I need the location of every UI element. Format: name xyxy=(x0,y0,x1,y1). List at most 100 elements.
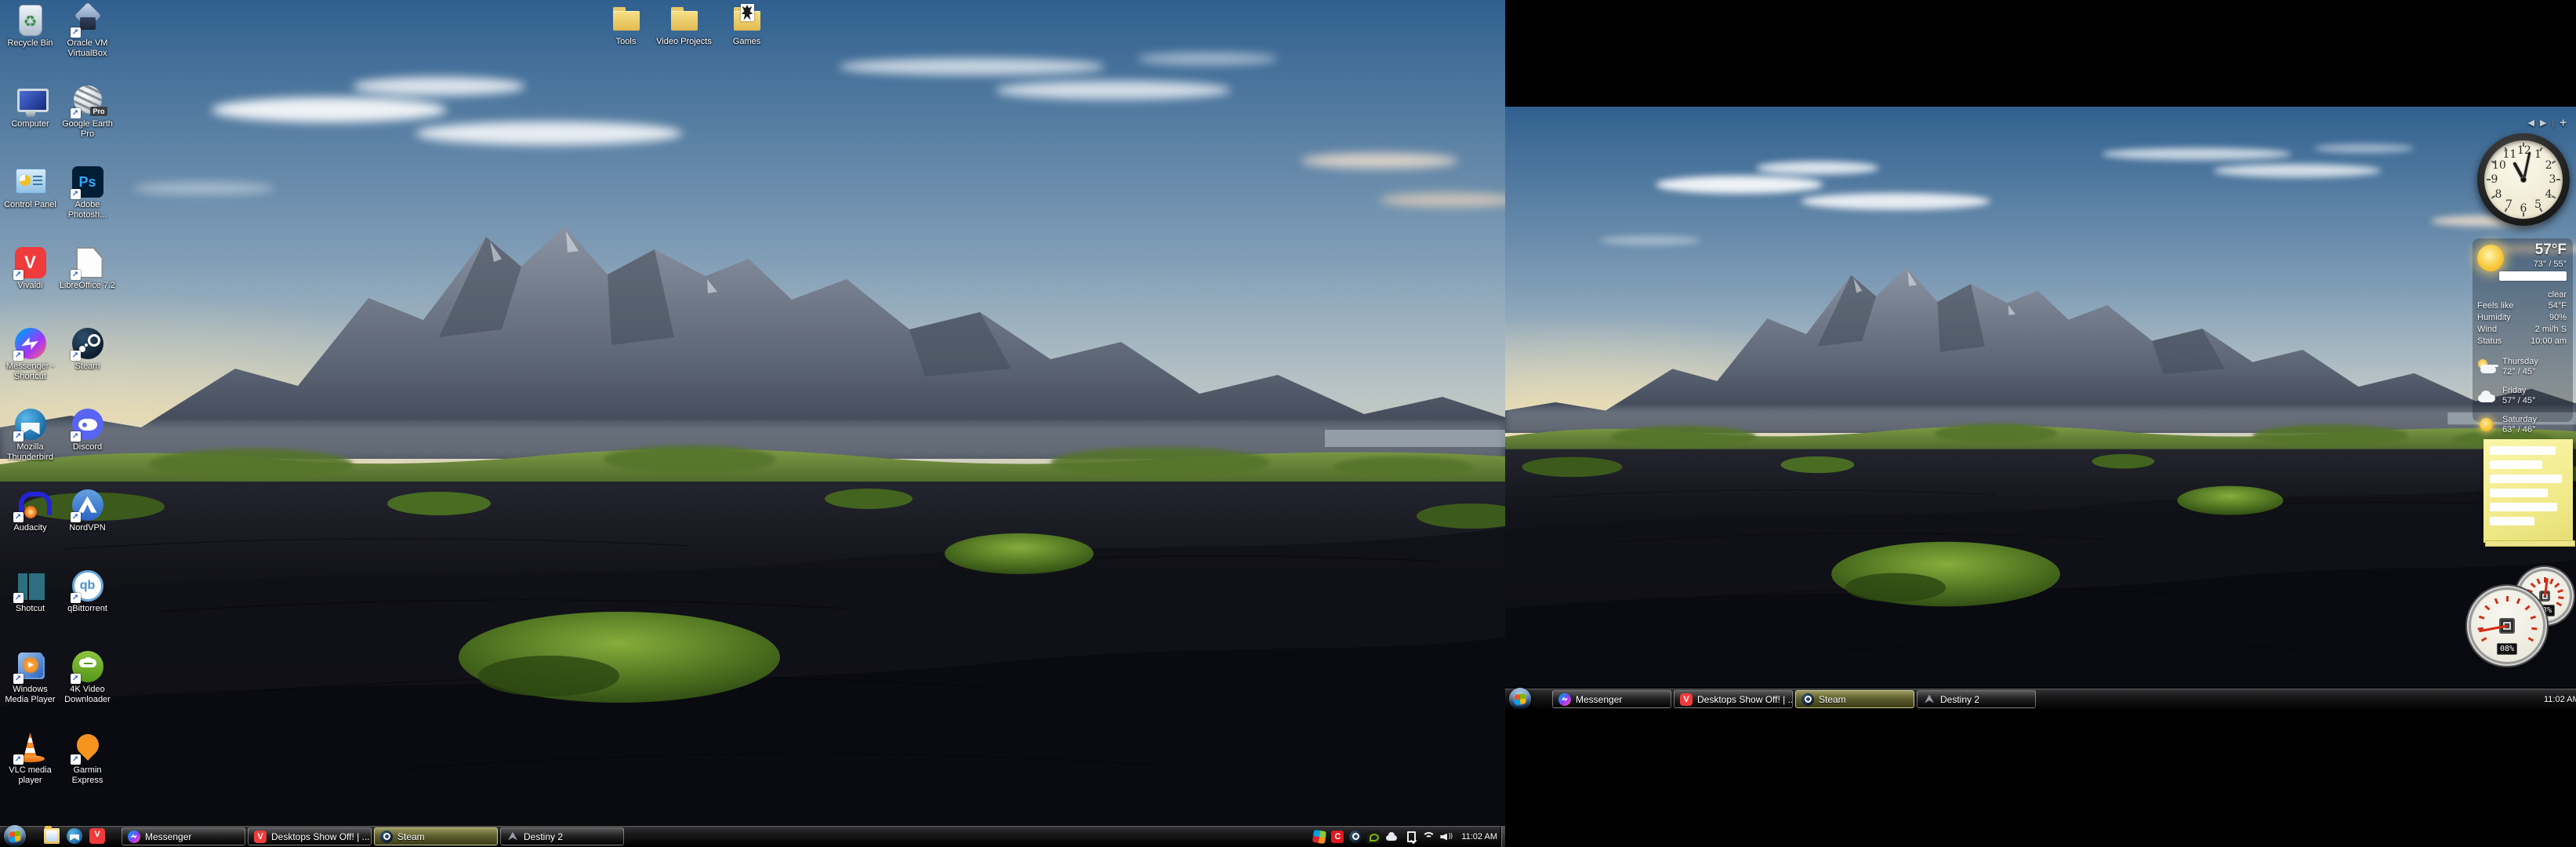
taskbar-button-steam[interactable]: Steam xyxy=(374,827,498,845)
steam-icon xyxy=(72,328,103,359)
taskbar-clock[interactable]: 11:02 AM xyxy=(1461,832,1497,842)
gauge-tick xyxy=(2554,583,2560,588)
onedrive-tray-icon[interactable] xyxy=(1385,831,1398,843)
clock-center-cap xyxy=(2520,176,2527,183)
folder-label: Tools xyxy=(597,37,655,47)
forecast-row-saturday: Saturday63° / 46° xyxy=(2477,410,2567,439)
desktop-icon-vlc-media-player[interactable]: VLC media player xyxy=(2,732,59,786)
note-redaction-bar xyxy=(2490,460,2542,469)
forecast-hi-lo: 72° / 45° xyxy=(2502,367,2538,377)
taskbar-button-steam[interactable]: Steam xyxy=(1795,690,1914,708)
desktop-icon-nordvpn[interactable]: NordVPN xyxy=(59,489,116,533)
weather-gadget[interactable]: 57°F 73° / 55° clear Feels like54°FHumid… xyxy=(2473,238,2573,422)
desktop-icon-label: NordVPN xyxy=(59,523,116,533)
taskbar-button-destiny-2[interactable]: Destiny 2 xyxy=(1917,690,2036,708)
gauge-tick xyxy=(2506,596,2509,602)
desktop-folder-tools[interactable]: Tools xyxy=(597,3,655,47)
desktop-icon-vivaldi[interactable]: Vivaldi xyxy=(2,247,59,291)
desktop-icon-audacity[interactable]: Audacity xyxy=(2,489,59,533)
forecast-text: Thursday72° / 45° xyxy=(2502,357,2538,377)
taskbar-button-destiny-2[interactable]: Destiny 2 xyxy=(500,827,624,845)
desktop-icon-oracle-vm-virtualbox[interactable]: Oracle VM VirtualBox xyxy=(59,5,116,59)
desktop-icon-mozilla-thunderbird[interactable]: Mozilla Thunderbird xyxy=(2,409,59,463)
gadget-prev-button[interactable]: ◀ xyxy=(2527,118,2534,128)
desktop-icon-messenger-shortcut[interactable]: Messenger - Shortcut xyxy=(2,328,59,382)
gauge-tick xyxy=(2478,616,2484,620)
wifi-tray-icon[interactable] xyxy=(1421,831,1434,843)
desktop-icon-label: Messenger - Shortcut xyxy=(2,362,59,382)
desktop-icon-shotcut[interactable]: Shotcut xyxy=(2,570,59,614)
desktop-icon-steam[interactable]: Steam xyxy=(59,328,116,372)
wallpaper-image xyxy=(1505,107,2576,709)
gauge-tick xyxy=(2536,578,2541,584)
messenger-icon xyxy=(128,831,140,843)
taskbar-clock[interactable]: 11:02 AM xyxy=(2544,695,2576,704)
desktop-icon-4k-video-downloader[interactable]: 4K Video Downloader xyxy=(59,651,116,705)
taskbar-button-label: Destiny 2 xyxy=(524,831,563,842)
taskbar-buttons: Messenger Desktops Show Off! | ... Steam De… xyxy=(122,827,624,845)
taskbar-button-label: Desktops Show Off! | ... xyxy=(1697,694,1793,705)
vivaldi-quicklaunch-icon[interactable] xyxy=(89,828,105,844)
system-tray: 11:02 AM xyxy=(1313,826,1497,847)
avg-tray-icon[interactable] xyxy=(1312,829,1326,843)
left-monitor: Recycle BinOracle VM VirtualBoxComputerP… xyxy=(0,0,1505,847)
taskbar-button-label: Messenger xyxy=(1576,694,1622,705)
taskbar-button-messenger[interactable]: Messenger xyxy=(1552,690,1671,708)
desktop-icon-label: Adobe Photosh... xyxy=(59,200,116,220)
gadget-next-button[interactable]: ▶ xyxy=(2540,118,2546,128)
gauge-tick xyxy=(2527,589,2533,593)
desktop-icon-garmin-express[interactable]: Garmin Express xyxy=(59,732,116,786)
desktop-icon-control-panel[interactable]: Control Panel xyxy=(2,166,59,210)
desktop-icon-recycle-bin[interactable]: Recycle Bin xyxy=(2,5,59,49)
cloudy-icon xyxy=(2477,387,2498,405)
sticky-note-gadget[interactable] xyxy=(2483,439,2573,543)
shortcut-arrow-icon xyxy=(13,431,24,442)
google-earth-icon: Pro xyxy=(72,85,103,117)
desktop-icon-adobe-photosh[interactable]: Adobe Photosh... xyxy=(59,166,116,220)
weather-condition: clear xyxy=(2477,290,2567,300)
taskbar-button-label: Desktops Show Off! | ... xyxy=(271,831,370,842)
desktop-folder-games[interactable]: Games xyxy=(718,3,775,47)
comodo-tray-icon[interactable] xyxy=(1331,831,1344,843)
start-button[interactable] xyxy=(4,825,26,847)
weather-detail-row: Wind2 mi/h S xyxy=(2477,324,2567,336)
gauge-tick xyxy=(2484,605,2490,610)
desktop-icon-label: Vivaldi xyxy=(2,281,59,291)
desktop-icon-qbittorrent[interactable]: qBittorrent xyxy=(59,570,116,614)
location-redaction-bar xyxy=(2499,271,2567,281)
taskbar-button-label: Destiny 2 xyxy=(1940,694,1979,705)
wallpaper-image xyxy=(0,0,1505,847)
gauge-tick xyxy=(2516,598,2520,605)
steam-tray-icon[interactable] xyxy=(1349,831,1362,843)
desktop-icon-google-earth-pro[interactable]: ProGoogle Earth Pro xyxy=(59,85,116,140)
weather-detail-value: 54°F xyxy=(2549,300,2567,312)
desktop-folder-video-projects[interactable]: Video Projects xyxy=(655,3,713,47)
desktop-icon-discord[interactable]: Discord xyxy=(59,409,116,453)
taskbar-button-desktops-show-off[interactable]: Desktops Show Off! | ... xyxy=(1674,690,1793,708)
show-desktop-button[interactable] xyxy=(1500,826,1505,847)
start-button[interactable] xyxy=(1509,688,1531,709)
computer-art xyxy=(15,85,46,117)
desktop-icon-windows-media-player[interactable]: Windows Media Player xyxy=(2,651,59,705)
folder-art xyxy=(669,3,700,35)
weather-detail-row: Status10:00 am xyxy=(2477,336,2567,347)
cpu-meter-gadget[interactable]: 53%08% xyxy=(2465,568,2574,665)
thunderbird-quicklaunch-icon[interactable] xyxy=(67,828,82,844)
windows-flag-icon xyxy=(1515,693,1526,705)
desktop-icon-computer[interactable]: Computer xyxy=(2,85,59,129)
forecast-text: Saturday63° / 46° xyxy=(2502,415,2537,435)
messenger-icon xyxy=(1558,693,1571,706)
usb-tray-icon[interactable] xyxy=(1403,831,1416,843)
nvidia-tray-icon[interactable] xyxy=(1367,831,1380,843)
desktop-icon-label: Computer xyxy=(2,119,59,129)
volume-tray-icon[interactable] xyxy=(1439,831,1452,843)
gadget-add-button[interactable]: + xyxy=(2560,116,2567,129)
explorer-quicklaunch-icon[interactable] xyxy=(44,828,60,844)
desktop-icon-libreoffice-7-2[interactable]: LibreOffice 7.2 xyxy=(59,247,116,291)
taskbar-button-messenger[interactable]: Messenger xyxy=(122,827,245,845)
clock-face: 123456789101112 xyxy=(2484,140,2563,219)
vlc-icon xyxy=(15,732,46,763)
forecast-hi-lo: 63° / 46° xyxy=(2502,425,2537,435)
analog-clock-gadget[interactable]: 123456789101112 xyxy=(2477,133,2570,226)
taskbar-button-desktops-show-off[interactable]: Desktops Show Off! | ... xyxy=(248,827,372,845)
